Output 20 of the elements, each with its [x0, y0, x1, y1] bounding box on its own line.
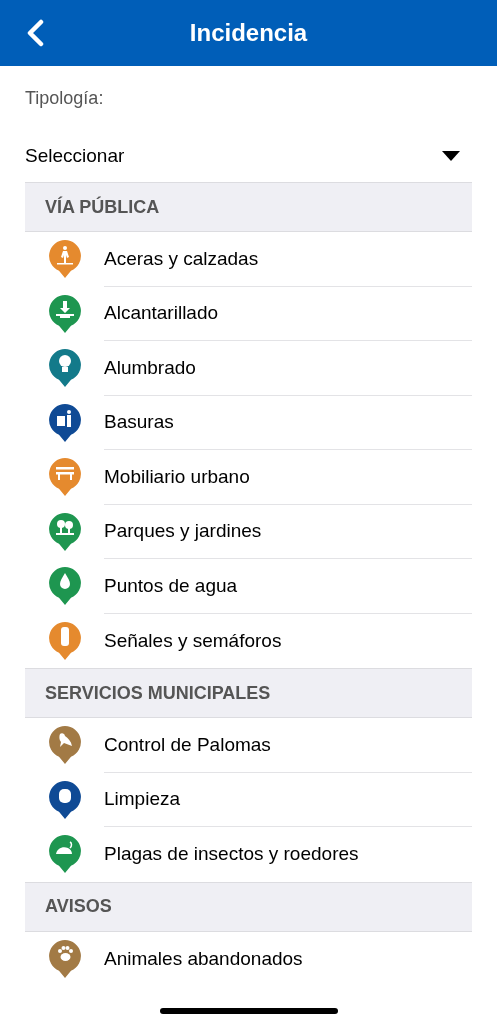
category-item[interactable]: Alcantarillado — [25, 286, 472, 341]
category-item[interactable]: Aceras y calzadas — [25, 232, 472, 287]
category-item[interactable]: Control de Palomas — [25, 718, 472, 773]
category-item[interactable]: Alumbrado — [25, 341, 472, 396]
page-title: Incidencia — [189, 18, 308, 48]
section-header: AVISOS — [25, 881, 472, 932]
category-item[interactable]: Mobiliario urbano — [25, 450, 472, 505]
section-header: VÍA PÚBLICA — [25, 182, 472, 232]
category-item[interactable]: Parques y jardines — [25, 504, 472, 559]
section-header: SERVICIOS MUNICIPALES — [25, 668, 472, 718]
category-item[interactable]: Basuras — [25, 395, 472, 450]
category-item[interactable]: Limpieza — [25, 772, 472, 827]
category-item[interactable]: Señales y semáforos — [25, 613, 472, 668]
dropdown-caret-icon — [442, 151, 460, 161]
category-item[interactable]: Animales abandonados — [25, 931, 472, 986]
back-chevron-icon — [26, 19, 44, 47]
category-item[interactable]: Puntos de agua — [25, 559, 472, 614]
type-dropdown[interactable]: Seleccionar — [25, 130, 472, 182]
field-label: Tipología: — [25, 86, 104, 110]
category-item[interactable]: Plagas de insectos y roedores — [25, 827, 472, 882]
